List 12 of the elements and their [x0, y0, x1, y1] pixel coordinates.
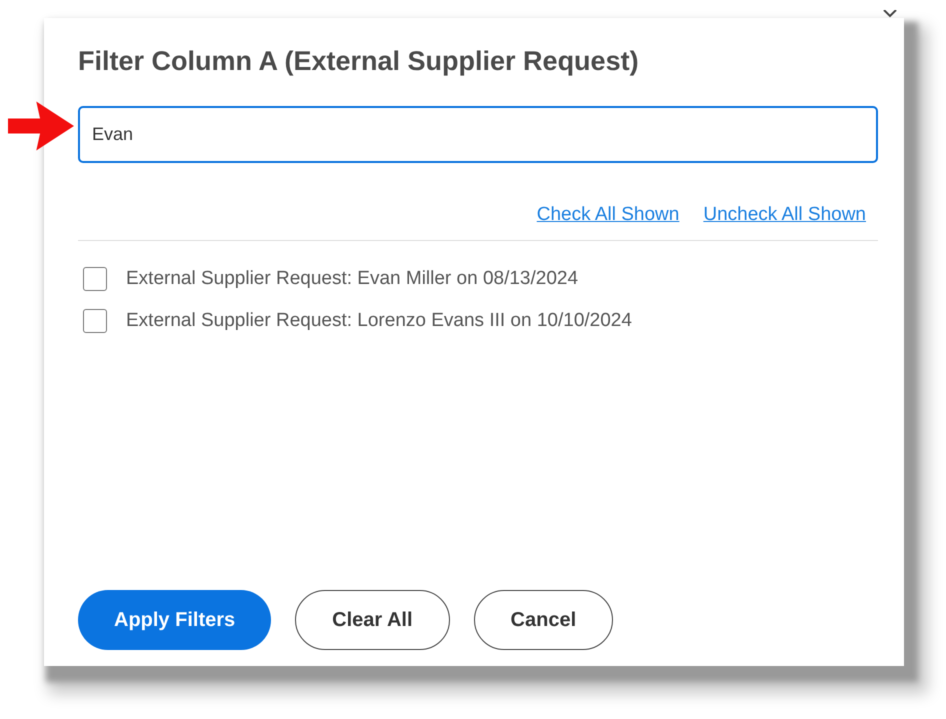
button[interactable]: Clear All	[295, 590, 450, 650]
option-label: External Supplier Request: Evan Miller on 08/13/2024	[126, 268, 578, 290]
apply-button[interactable]: Apply Filters	[78, 590, 272, 650]
link[interactable]: Check All Shown	[536, 204, 680, 226]
button[interactable]: Cancel	[474, 590, 614, 650]
search-field[interactable]: Evan	[78, 106, 878, 163]
link[interactable]: Uncheck All Shown	[703, 204, 866, 226]
checkbox[interactable]	[83, 267, 107, 291]
checkbox[interactable]	[83, 309, 107, 333]
dialog-title: Filter Column A (External Supplier Request)	[78, 45, 640, 78]
arrow-icon	[8, 101, 74, 151]
option-label: External Supplier Request: Lorenzo Evans III on 10/10/2024	[126, 310, 632, 332]
